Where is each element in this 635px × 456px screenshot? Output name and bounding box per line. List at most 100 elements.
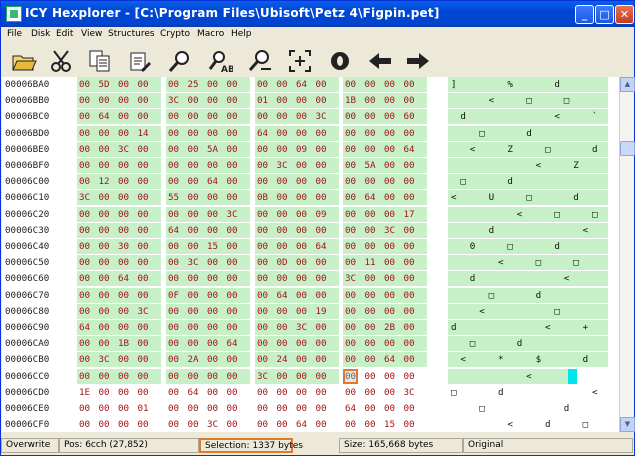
hex-byte[interactable]: 00	[118, 290, 129, 301]
hex-byte[interactable]: 00	[257, 387, 268, 398]
hex-byte[interactable]: 00	[404, 160, 415, 171]
hex-byte[interactable]: 00	[188, 273, 199, 284]
hex-byte[interactable]: 00	[118, 354, 129, 365]
hex-byte[interactable]: 00	[296, 290, 307, 301]
hex-byte[interactable]: 00	[207, 209, 218, 220]
hex-byte[interactable]: 00	[118, 387, 129, 398]
hex-byte[interactable]: 00	[79, 403, 90, 414]
hex-byte[interactable]: 00	[207, 128, 218, 139]
hex-byte[interactable]: 09	[316, 209, 327, 220]
hex-byte[interactable]: 00	[365, 338, 376, 349]
hex-byte[interactable]: 00	[365, 306, 376, 317]
hex-byte[interactable]: 00	[138, 176, 149, 187]
hex-byte[interactable]: 5A	[207, 144, 218, 155]
menu-edit[interactable]: Edit	[56, 29, 73, 39]
hex-row[interactable]: 00006BB0 00 00 00 00 3C 00 00 00 01 00 00 00 1B 00 00 00…	[2, 93, 619, 109]
hex-byte[interactable]: 3C	[316, 111, 327, 122]
hex-byte[interactable]: 00	[365, 128, 376, 139]
hex-byte[interactable]: 00	[296, 176, 307, 187]
hex-row[interactable]: 00006BA0 00 5D 00 00 00 25 00 00 00 00 64 00 00 00 00 00…	[2, 77, 619, 93]
hex-byte[interactable]: 00	[79, 306, 90, 317]
hex-byte[interactable]: 00	[365, 419, 376, 430]
hex-byte[interactable]: 00	[227, 128, 238, 139]
hex-row[interactable]: 00006C40 00 00 30 00 00 00 15 00 00 00 00 64 00 00 00 00…	[2, 239, 619, 255]
hex-byte[interactable]: 00	[168, 322, 179, 333]
hex-byte[interactable]: 64	[99, 111, 110, 122]
hex-byte[interactable]: 00	[345, 160, 356, 171]
hex-byte[interactable]: 3C	[345, 273, 356, 284]
hex-byte[interactable]: 00	[79, 111, 90, 122]
hex-byte[interactable]: 00	[277, 306, 288, 317]
hex-byte[interactable]: 00	[188, 419, 199, 430]
hex-byte[interactable]: 00	[277, 371, 288, 382]
hex-byte[interactable]: 00	[257, 273, 268, 284]
hex-byte[interactable]: 00	[365, 354, 376, 365]
hex-byte[interactable]: 3C	[118, 144, 129, 155]
hex-byte[interactable]: 3C	[257, 371, 268, 382]
vertical-scrollbar[interactable]: ▲ ▼	[619, 77, 635, 432]
hex-byte[interactable]: 00	[277, 241, 288, 252]
hex-byte[interactable]: 00	[227, 354, 238, 365]
hex-row[interactable]: 00006C80 00 00 00 3C 00 00 00 00 00 00 00 19 00 00 00 00…	[2, 303, 619, 320]
hex-row[interactable]: 00006C90 64 00 00 00 00 00 00 00 00 00 3C 00 00 00 2B 00…	[2, 320, 619, 336]
hex-byte[interactable]: 00	[227, 387, 238, 398]
hex-byte[interactable]: 00	[138, 225, 149, 236]
hex-byte[interactable]: 00	[99, 241, 110, 252]
hex-byte[interactable]: 00	[188, 160, 199, 171]
hex-row[interactable]: 00006CB0 00 3C 00 00 00 2A 00 00 00 24 00 00 00 00 64 00…	[2, 352, 619, 368]
hex-byte[interactable]: 00	[168, 209, 179, 220]
hex-byte[interactable]: 00	[168, 306, 179, 317]
hex-byte[interactable]: 00	[257, 241, 268, 252]
hex-byte[interactable]: 00	[227, 95, 238, 106]
hex-byte[interactable]: 00	[257, 209, 268, 220]
hex-byte[interactable]: 00	[345, 257, 356, 268]
hex-byte[interactable]: 00	[257, 338, 268, 349]
hex-byte[interactable]: 00	[188, 192, 199, 203]
hex-byte[interactable]: 00	[79, 290, 90, 301]
hex-byte[interactable]: 00	[227, 371, 238, 382]
hex-byte[interactable]: 00	[404, 371, 415, 382]
hex-byte[interactable]: 00	[316, 338, 327, 349]
hex-byte[interactable]: 00	[384, 241, 395, 252]
menu-view[interactable]: View	[81, 29, 102, 39]
hex-byte[interactable]: 00	[99, 338, 110, 349]
hex-row[interactable]: 00006CC0 00 00 00 00 00 00 00 00 3C 00 00 00 00 00 00 00…	[2, 368, 619, 385]
hex-byte[interactable]: 00	[79, 128, 90, 139]
hex-byte[interactable]: 00	[99, 209, 110, 220]
hex-byte[interactable]: 00	[99, 160, 110, 171]
hex-row[interactable]: 00006CA0 00 00 1B 00 00 00 00 64 00 00 00 00 00 00 00 00…	[2, 336, 619, 352]
hex-byte[interactable]: 00	[404, 322, 415, 333]
ascii-column[interactable]: □ d	[448, 174, 608, 190]
hex-byte[interactable]: 64	[79, 322, 90, 333]
hex-byte[interactable]: 00	[188, 290, 199, 301]
hex-byte[interactable]: 00	[79, 257, 90, 268]
hex-byte[interactable]: 00	[188, 111, 199, 122]
hex-byte[interactable]: 00	[99, 225, 110, 236]
hex-byte[interactable]: 00	[138, 257, 149, 268]
hex-byte[interactable]: 00	[227, 111, 238, 122]
hex-byte[interactable]: 00	[365, 403, 376, 414]
hex-byte[interactable]: 00	[168, 176, 179, 187]
hex-byte[interactable]: 00	[207, 387, 218, 398]
hex-byte[interactable]: 00	[384, 79, 395, 90]
hex-byte[interactable]: 00	[79, 419, 90, 430]
hex-byte[interactable]: 64	[277, 290, 288, 301]
scroll-thumb[interactable]	[620, 141, 635, 156]
menu-help[interactable]: Help	[231, 29, 252, 39]
hex-byte[interactable]: 00	[118, 225, 129, 236]
hex-byte[interactable]: 00	[345, 354, 356, 365]
hex-byte[interactable]: 00	[207, 111, 218, 122]
ascii-column[interactable]: < * $ d	[448, 352, 608, 368]
hex-row[interactable]: 00006C20 00 00 00 00 00 00 00 3C 00 00 00 09 00 00 00 17…	[2, 206, 619, 223]
hex-byte[interactable]: 64	[316, 241, 327, 252]
hex-byte[interactable]: 00	[138, 111, 149, 122]
copy-pages-icon[interactable]	[87, 48, 113, 74]
hex-byte[interactable]: 00	[296, 354, 307, 365]
cursor-byte[interactable]: 00	[342, 368, 359, 384]
hex-byte[interactable]: 00	[296, 273, 307, 284]
hex-byte[interactable]: 00	[257, 354, 268, 365]
hex-byte[interactable]: 00	[365, 95, 376, 106]
hex-byte[interactable]: 00	[99, 95, 110, 106]
hex-byte[interactable]: 00	[345, 387, 356, 398]
hex-byte[interactable]: 00	[277, 273, 288, 284]
